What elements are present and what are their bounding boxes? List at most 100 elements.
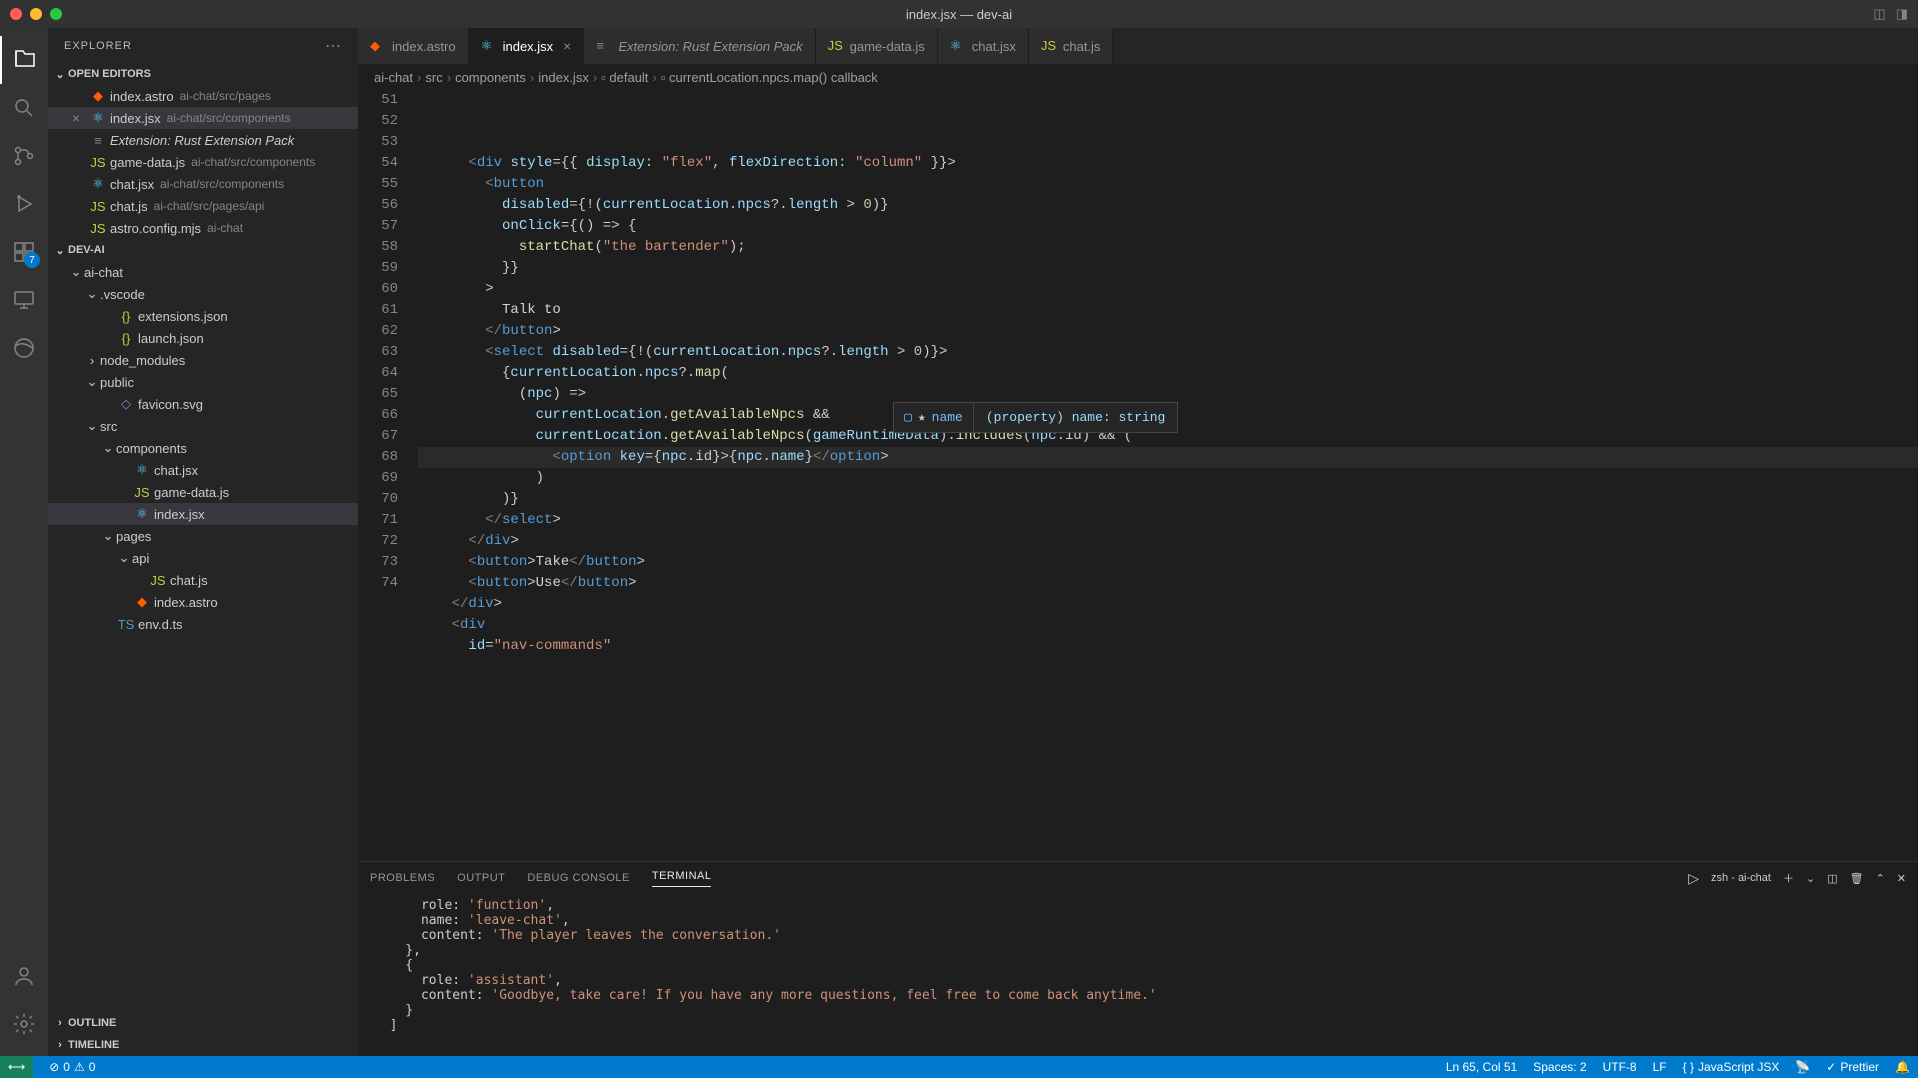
bottom-panel: PROBLEMS OUTPUT DEBUG CONSOLE TERMINAL ▷ zs… — [358, 861, 1918, 1056]
editor-tab[interactable]: JSchat.js — [1029, 28, 1114, 64]
open-editor-item[interactable]: JSchat.jsai-chat/src/pages/api — [48, 195, 358, 217]
split-terminal-icon[interactable]: ◫ — [1827, 872, 1837, 885]
notifications-icon[interactable]: 🔔 — [1895, 1060, 1910, 1074]
folder-item[interactable]: ›node_modules — [48, 349, 358, 371]
close-tab-icon[interactable]: × — [563, 38, 571, 54]
folder-item[interactable]: ⌄.vscode — [48, 283, 358, 305]
panel-tab[interactable]: TERMINAL — [652, 870, 712, 887]
kill-terminal-icon[interactable]: 🗑 — [1850, 872, 1864, 885]
code-editor[interactable]: 5152535455565758596061626364656667686970… — [358, 90, 1918, 861]
file-icon: ◆ — [370, 38, 386, 54]
file-item[interactable]: ⚛index.jsx — [48, 503, 358, 525]
file-item[interactable]: ◇favicon.svg — [48, 393, 358, 415]
eol-indicator[interactable]: LF — [1653, 1060, 1667, 1074]
run-debug-icon[interactable] — [0, 180, 48, 228]
editor-tab[interactable]: ⚛index.jsx× — [469, 28, 585, 64]
file-icon: JS — [148, 573, 168, 588]
feedback-icon[interactable]: 📡 — [1795, 1060, 1810, 1074]
panel-tab[interactable]: OUTPUT — [457, 872, 505, 884]
minimize-window-button[interactable] — [30, 8, 42, 20]
extensions-icon[interactable]: 7 — [0, 228, 48, 276]
file-item[interactable]: ⚛chat.jsx — [48, 459, 358, 481]
panel-tab[interactable]: PROBLEMS — [370, 872, 435, 884]
maximize-window-button[interactable] — [50, 8, 62, 20]
folder-item[interactable]: ⌄pages — [48, 525, 358, 547]
maximize-panel-icon[interactable]: ⌃ — [1876, 872, 1885, 885]
terminal-output[interactable]: role: 'function', name: 'leave-chat', co… — [358, 894, 1918, 1056]
chevron-icon: ⌄ — [100, 528, 116, 544]
file-icon: JS — [88, 155, 108, 170]
panel-layout-icon[interactable]: ◫ — [1873, 6, 1885, 22]
extensions-badge: 7 — [24, 252, 40, 268]
close-window-button[interactable] — [10, 8, 22, 20]
file-item[interactable]: ◆index.astro — [48, 591, 358, 613]
edge-tools-icon[interactable] — [0, 324, 48, 372]
spaces-indicator[interactable]: Spaces: 2 — [1533, 1060, 1586, 1074]
prettier-status[interactable]: ✓ Prettier — [1826, 1060, 1879, 1074]
language-mode[interactable]: { } JavaScript JSX — [1683, 1060, 1780, 1074]
open-editor-item[interactable]: ◆index.astroai-chat/src/pages — [48, 85, 358, 107]
terminal-launch-icon[interactable]: ▷ — [1688, 870, 1699, 887]
open-editor-item[interactable]: ⚛chat.jsxai-chat/src/components — [48, 173, 358, 195]
sidebar-layout-icon[interactable]: ◨ — [1896, 6, 1908, 22]
breadcrumb-item[interactable]: ai-chat — [374, 70, 413, 85]
sidebar-more-icon[interactable]: ⋯ — [325, 36, 342, 56]
file-icon: ◇ — [116, 396, 136, 412]
encoding-indicator[interactable]: UTF-8 — [1603, 1060, 1637, 1074]
breadcrumbs[interactable]: ai-chat›src›components›index.jsx›▫ defau… — [358, 64, 1918, 90]
explorer-icon[interactable] — [0, 36, 48, 84]
file-item[interactable]: {}launch.json — [48, 327, 358, 349]
suggestion-item[interactable]: name — [932, 407, 963, 428]
errors-button[interactable]: ⊘ 0 ⚠ 0 — [49, 1060, 95, 1074]
chevron-icon: ⌄ — [116, 550, 132, 566]
breadcrumb-item[interactable]: src — [425, 70, 442, 85]
editor-tab[interactable]: ⚛chat.jsx — [938, 28, 1029, 64]
source-control-icon[interactable] — [0, 132, 48, 180]
folder-item[interactable]: ⌄src — [48, 415, 358, 437]
file-item[interactable]: {}extensions.json — [48, 305, 358, 327]
open-editor-item[interactable]: JSastro.config.mjsai-chat — [48, 217, 358, 239]
chevron-icon: ⌄ — [84, 418, 100, 434]
remote-button[interactable]: ⟷ — [0, 1056, 33, 1078]
warning-icon: ⚠ — [74, 1060, 85, 1074]
timeline-header[interactable]: › TIMELINE — [48, 1034, 358, 1056]
file-icon: {} — [116, 309, 136, 324]
breadcrumb-item[interactable]: components — [455, 70, 526, 85]
folder-item[interactable]: ⌄components — [48, 437, 358, 459]
editor-tab[interactable]: ≡Extension: Rust Extension Pack — [584, 28, 815, 64]
intellisense-popup[interactable]: ▢ ★ name (property) name: string — [893, 402, 1178, 433]
editor-tab[interactable]: JSgame-data.js — [816, 28, 938, 64]
titlebar: index.jsx — dev-ai ◫ ◨ — [0, 0, 1918, 28]
new-terminal-icon[interactable]: ＋ — [1783, 870, 1794, 886]
folder-item[interactable]: ⌄public — [48, 371, 358, 393]
close-panel-icon[interactable]: ✕ — [1897, 872, 1906, 885]
remote-explorer-icon[interactable] — [0, 276, 48, 324]
folder-item[interactable]: ⌄ai-chat — [48, 261, 358, 283]
chevron-icon: ⌄ — [100, 440, 116, 456]
editor-tab[interactable]: ◆index.astro — [358, 28, 469, 64]
cursor-position[interactable]: Ln 65, Col 51 — [1446, 1060, 1517, 1074]
project-header[interactable]: ⌄ DEV-AI — [48, 239, 358, 261]
outline-header[interactable]: › OUTLINE — [48, 1012, 358, 1034]
open-editor-item[interactable]: ×⚛index.jsxai-chat/src/components — [48, 107, 358, 129]
file-item[interactable]: JSgame-data.js — [48, 481, 358, 503]
open-editors-header[interactable]: ⌄ OPEN EDITORS — [48, 63, 358, 85]
panel-tab[interactable]: DEBUG CONSOLE — [527, 872, 629, 884]
terminal-dropdown-icon[interactable]: ⌄ — [1806, 872, 1815, 885]
file-item[interactable]: JSchat.js — [48, 569, 358, 591]
breadcrumb-item[interactable]: index.jsx — [538, 70, 589, 85]
terminal-label[interactable]: zsh - ai-chat — [1711, 872, 1771, 884]
breadcrumb-item[interactable]: ▫ currentLocation.npcs.map() callback — [661, 70, 878, 85]
open-editor-item[interactable]: ≡Extension: Rust Extension Pack — [48, 129, 358, 151]
settings-gear-icon[interactable] — [0, 1000, 48, 1048]
open-editor-item[interactable]: JSgame-data.jsai-chat/src/components — [48, 151, 358, 173]
remote-icon: ⟷ — [8, 1060, 25, 1074]
folder-item[interactable]: ⌄api — [48, 547, 358, 569]
file-icon: ⚛ — [132, 506, 152, 522]
search-icon[interactable] — [0, 84, 48, 132]
file-icon: ⚛ — [950, 38, 966, 54]
close-editor-icon[interactable]: × — [68, 110, 84, 126]
file-item[interactable]: TSenv.d.ts — [48, 613, 358, 635]
breadcrumb-item[interactable]: ▫ default — [601, 70, 648, 85]
accounts-icon[interactable] — [0, 952, 48, 1000]
